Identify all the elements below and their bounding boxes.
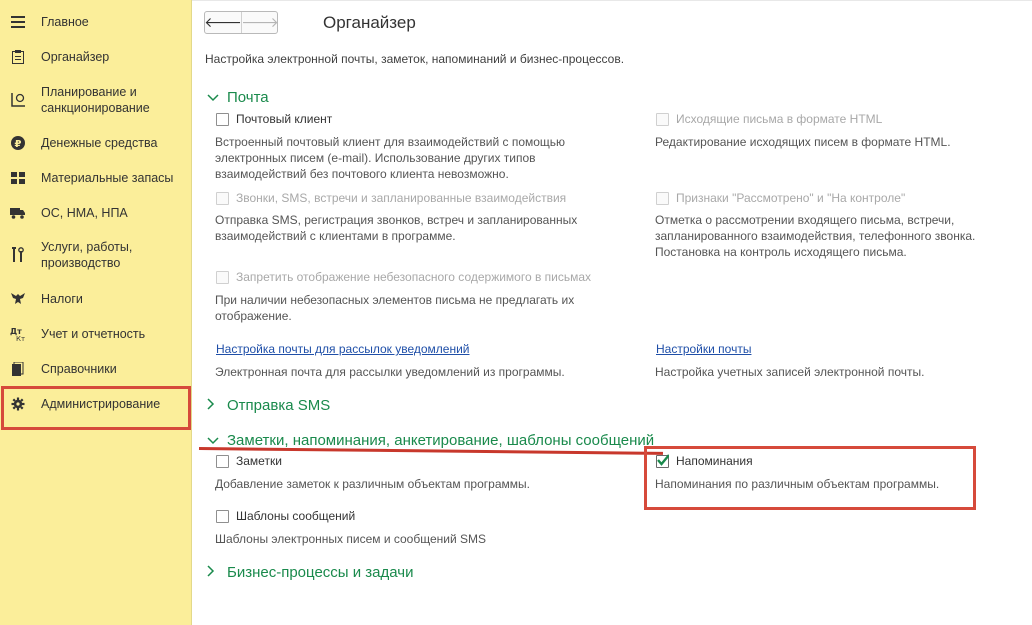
sidebar-item-administration[interactable]: Администрирование [0, 394, 191, 414]
sidebar-item-assets[interactable]: ОС, НМА, НПА [0, 203, 191, 223]
grid-icon [10, 170, 26, 186]
templates-description: Шаблоны электронных писем и сообщений SM… [215, 532, 487, 546]
templates-label: Шаблоны сообщений [236, 509, 356, 523]
reminders-checkbox[interactable] [656, 454, 669, 468]
mail-client-label: Почтовый клиент [236, 112, 333, 126]
forward-button[interactable]: 🡒 [241, 12, 279, 33]
sidebar-item-accounting[interactable]: Дт Кт Учет и отчетность [0, 324, 191, 344]
html-letters-label: Исходящие письма в формате HTML [676, 112, 883, 126]
chevron-down-icon [207, 433, 221, 448]
notes-description: Добавление заметок к различным объектам … [215, 477, 530, 491]
mail-client-checkbox[interactable] [216, 113, 229, 126]
sidebar-item-label: Материальные запасы [41, 171, 174, 185]
tools-icon [10, 247, 26, 263]
books-icon [10, 361, 26, 377]
templates-checkbox[interactable] [216, 510, 229, 523]
sidebar-item-inventory[interactable]: Материальные запасы [0, 168, 191, 188]
mail-settings-description: Настройка учетных записей электронной по… [655, 365, 925, 379]
sidebar-item-planning[interactable]: Планирование и санкционирование [0, 84, 191, 118]
sidebar-item-label: Главное [41, 15, 89, 29]
sidebar-item-label: ОС, НМА, НПА [41, 206, 128, 220]
section-notes-header[interactable]: Заметки, напоминания, анкетирование, шаб… [207, 432, 654, 449]
mail-client-description: Встроенный почтовый клиент для взаимодей… [215, 135, 566, 181]
notify-mail-link[interactable]: Настройка почты для рассылок уведомлений [216, 342, 470, 356]
chevron-right-icon [207, 398, 221, 413]
calls-sms-label: Звонки, SMS, встречи и запланированные в… [236, 191, 567, 205]
eagle-icon [10, 291, 26, 307]
svg-text:Кт: Кт [16, 335, 25, 342]
reviewed-control-description: Отметка о рассмотрении входящего письма,… [655, 213, 976, 259]
notes-label: Заметки [236, 454, 282, 468]
sidebar-item-label: Справочники [41, 362, 117, 376]
top-border [192, 0, 1032, 1]
sidebar-item-money[interactable]: ₽ Денежные средства [0, 133, 191, 153]
chevron-down-icon [207, 90, 221, 105]
sidebar-item-organizer[interactable]: Органайзер [0, 47, 191, 67]
mail-settings-link[interactable]: Настройки почты [656, 342, 751, 356]
chevron-right-icon [207, 565, 221, 580]
reminders-description: Напоминания по различным объектам програ… [655, 477, 940, 491]
arrow-left-icon: 🡐 [204, 14, 242, 30]
sidebar-item-taxes[interactable]: Налоги [0, 289, 191, 309]
section-mail-header[interactable]: Почта [207, 89, 269, 106]
unsafe-content-checkbox[interactable] [216, 271, 229, 284]
sidebar-item-services[interactable]: Услуги, работы, производство [0, 238, 191, 272]
history-navigation: 🡐 🡒 [204, 11, 279, 34]
sidebar-item-label: Органайзер [41, 50, 110, 64]
clipboard-icon [10, 49, 26, 65]
reviewed-control-label: Признаки "Рассмотрено" и "На контроле" [676, 191, 906, 205]
arrow-right-icon: 🡒 [241, 14, 279, 30]
calls-sms-checkbox[interactable] [216, 192, 229, 205]
truck-icon [10, 205, 26, 221]
sidebar-item-label: Налоги [41, 292, 83, 306]
sidebar-item-label: Денежные средства [41, 136, 158, 150]
sidebar-item-label: Администрирование [41, 397, 161, 411]
planning-icon [10, 92, 26, 108]
section-title: Почта [227, 89, 269, 106]
sidebar-item-label: Планирование и санкционирование [41, 85, 150, 115]
section-bp-header[interactable]: Бизнес-процессы и задачи [207, 564, 413, 581]
reminders-label: Напоминания [676, 454, 753, 468]
sidebar: Главное Органайзер Планирование и санкци… [0, 0, 192, 625]
page-title: Органайзер [323, 13, 416, 32]
notes-checkbox[interactable] [216, 455, 229, 468]
ruble-icon: ₽ [10, 135, 26, 151]
section-title: Заметки, напоминания, анкетирование, шаб… [227, 432, 655, 449]
sidebar-item-main[interactable]: Главное [0, 12, 191, 32]
page-description: Настройка электронной почты, заметок, на… [205, 52, 625, 66]
unsafe-content-description: При наличии небезопасных элементов письм… [215, 293, 575, 323]
html-letters-description: Редактирование исходящих писем в формате… [655, 135, 951, 149]
reviewed-control-checkbox[interactable] [656, 192, 669, 205]
back-button[interactable]: 🡐 [204, 12, 242, 33]
unsafe-content-label: Запретить отображение небезопасного соде… [236, 270, 592, 284]
menu-icon [10, 14, 26, 30]
calls-sms-description: Отправка SMS, регистрация звонков, встре… [215, 213, 578, 243]
notify-mail-description: Электронная почта для рассылки уведомлен… [215, 365, 565, 379]
accounting-icon: Дт Кт [10, 326, 26, 342]
checkmark-icon [657, 454, 669, 466]
sidebar-item-label: Учет и отчетность [41, 327, 146, 341]
sidebar-item-label: Услуги, работы, производство [41, 240, 133, 270]
sidebar-item-references[interactable]: Справочники [0, 359, 191, 379]
section-sms-header[interactable]: Отправка SMS [207, 397, 330, 414]
section-title: Бизнес-процессы и задачи [227, 564, 414, 581]
html-letters-checkbox[interactable] [656, 113, 669, 126]
svg-text:₽: ₽ [15, 139, 22, 150]
section-title: Отправка SMS [227, 397, 331, 414]
gear-icon [10, 396, 26, 412]
